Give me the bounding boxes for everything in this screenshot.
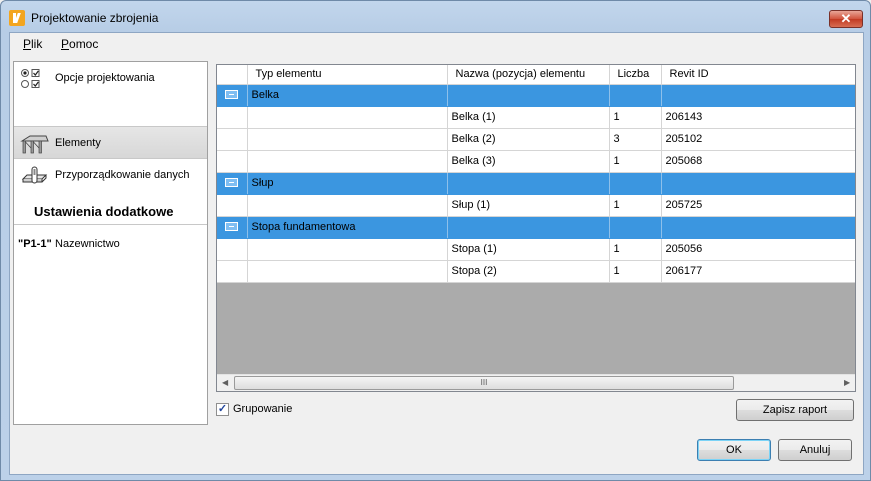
group-row-stopa[interactable]: Stopa fundamentowa (217, 216, 855, 239)
section-divider (14, 224, 207, 225)
table-row[interactable]: Belka (3) 1 205068 (217, 150, 855, 173)
table-row[interactable]: Słup (1) 1 205725 (217, 194, 855, 217)
options-radio-checkbox-icon (21, 69, 40, 88)
group-name: Stopa fundamentowa (247, 216, 448, 239)
table-header-row: Typ elementu Nazwa (pozycja) elementu Li… (217, 65, 855, 85)
collapse-toggle[interactable] (217, 84, 248, 107)
cell-count[interactable]: 1 (609, 238, 662, 261)
collapse-toggle[interactable] (217, 216, 248, 239)
sidebar-item-data-mapping[interactable]: Przyporządkowanie danych (14, 159, 207, 192)
cell-revit-id[interactable]: 205102 (661, 128, 855, 151)
section-title-additional-settings: Ustawienia dodatkowe (34, 204, 174, 219)
cell-count[interactable]: 1 (609, 194, 662, 217)
cell-count[interactable]: 1 (609, 260, 662, 283)
sidebar-item-label: Elementy (55, 137, 101, 149)
group-row-belka[interactable]: Belka (217, 84, 855, 107)
sidebar-item-elements[interactable]: Elementy (14, 126, 207, 159)
sidebar-item-label: Przyporządkowanie danych (55, 169, 190, 181)
data-mapping-icon (21, 166, 48, 184)
collapse-icon (225, 178, 239, 187)
cell-element-name[interactable]: Stopa (2) (447, 260, 610, 283)
cell-revit-id[interactable]: 205068 (661, 150, 855, 173)
structure-elements-icon (20, 135, 49, 154)
cell-revit-id[interactable]: 205056 (661, 238, 855, 261)
menu-bar: Plik Pomoc (10, 33, 863, 55)
scroll-right-arrow-icon[interactable]: ▶ (844, 378, 850, 387)
cell-count[interactable]: 1 (609, 150, 662, 173)
menu-pomoc[interactable]: Pomoc (61, 37, 98, 51)
dialog-window: Projektowanie zbrojenia ✕ Plik Pomoc Opc… (0, 0, 871, 481)
table-row[interactable]: Belka (1) 1 206143 (217, 106, 855, 129)
column-header-type[interactable]: Typ elementu (247, 65, 448, 85)
dialog-body: Plik Pomoc Opcje projektowania Elementy … (9, 32, 864, 475)
menu-pomoc-mnemonic: P (61, 37, 70, 51)
cell-element-name[interactable]: Słup (1) (447, 194, 610, 217)
cell-element-name[interactable]: Belka (2) (447, 128, 610, 151)
collapse-toggle[interactable] (217, 172, 248, 195)
grouping-checkbox[interactable]: ✓ (216, 403, 229, 416)
grouping-label: Grupowanie (233, 403, 293, 415)
group-name: Belka (247, 84, 448, 107)
sidebar-item-label: Nazewnictwo (55, 238, 120, 250)
collapse-icon (225, 222, 239, 231)
window-title: Projektowanie zbrojenia (31, 11, 159, 25)
cell-count[interactable]: 3 (609, 128, 662, 151)
column-header-name[interactable]: Nazwa (pozycja) elementu (447, 65, 610, 85)
cell-element-name[interactable]: Stopa (1) (447, 238, 610, 261)
horizontal-scrollbar[interactable]: ◀ III ▶ (217, 374, 855, 391)
ok-button[interactable]: OK (697, 439, 771, 461)
cell-element-name[interactable]: Belka (1) (447, 106, 610, 129)
column-header-revit-id[interactable]: Revit ID (661, 65, 855, 85)
table-row[interactable]: Stopa (1) 1 205056 (217, 238, 855, 261)
sidebar-item-label: Opcje projektowania (55, 72, 155, 84)
cell-element-name[interactable]: Belka (3) (447, 150, 610, 173)
cell-count[interactable]: 1 (609, 106, 662, 129)
menu-plik[interactable]: Plik (23, 37, 42, 51)
menu-pomoc-label: omoc (69, 37, 99, 51)
group-name: Słup (247, 172, 448, 195)
save-report-button[interactable]: Zapisz raport (736, 399, 854, 421)
app-logo-icon (9, 10, 25, 26)
scrollbar-thumb[interactable]: III (234, 376, 734, 390)
sidebar-item-design-options[interactable]: Opcje projektowania (14, 62, 207, 95)
table-row[interactable]: Belka (2) 3 205102 (217, 128, 855, 151)
collapse-icon (225, 90, 239, 99)
menu-plik-mnemonic: P (23, 37, 32, 51)
cell-revit-id[interactable]: 206177 (661, 260, 855, 283)
cell-revit-id[interactable]: 206143 (661, 106, 855, 129)
naming-pattern-icon: "P1-1" (18, 238, 52, 250)
menu-plik-label: lik (31, 37, 43, 51)
cell-revit-id[interactable]: 205725 (661, 194, 855, 217)
table-row[interactable]: Stopa (2) 1 206177 (217, 260, 855, 283)
elements-grid[interactable]: Typ elementu Nazwa (pozycja) elementu Li… (216, 64, 856, 392)
navigation-panel: Opcje projektowania Elementy Przyporządk… (13, 61, 208, 425)
close-button[interactable]: ✕ (829, 10, 863, 28)
title-bar[interactable]: Projektowanie zbrojenia ✕ (1, 1, 870, 31)
cancel-button[interactable]: Anuluj (778, 439, 852, 461)
elements-table: Typ elementu Nazwa (pozycja) elementu Li… (217, 65, 855, 283)
scroll-left-arrow-icon[interactable]: ◀ (222, 378, 228, 387)
group-row-slup[interactable]: Słup (217, 172, 855, 195)
row-header-corner (217, 65, 248, 85)
column-header-count[interactable]: Liczba (609, 65, 662, 85)
